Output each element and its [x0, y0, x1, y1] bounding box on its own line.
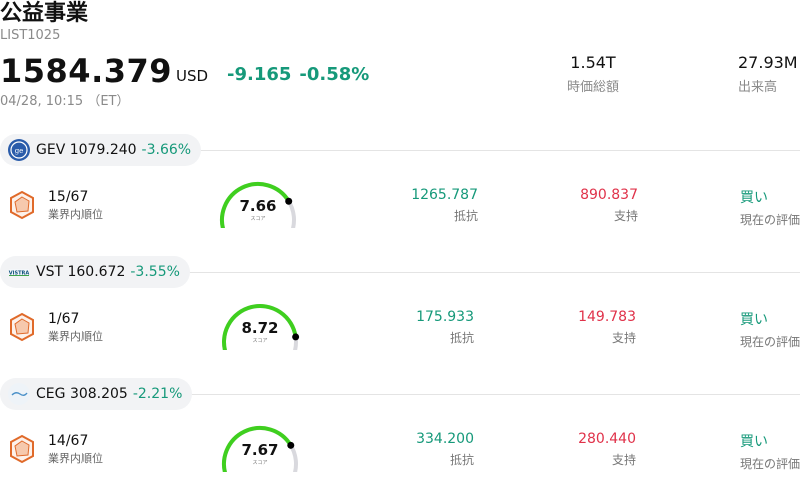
- stock-pill-vst[interactable]: VISTRA VST 160.672 -3.55%: [0, 256, 190, 288]
- change-value: -9.165: [227, 64, 292, 85]
- industry-rank: 1/67 業界内順位: [48, 311, 103, 344]
- volume-label: 出来高: [738, 80, 778, 95]
- quote-time: 04/28, 10:15 （ET）: [0, 94, 130, 109]
- market-cap-label: 時価総額: [566, 80, 619, 95]
- support-label: 支持: [611, 331, 636, 345]
- svg-text:ge: ge: [15, 147, 24, 155]
- vistra-logo-icon: VISTRA: [8, 261, 30, 283]
- stock-price: 1079.240: [69, 142, 137, 158]
- resistance-label: 抵抗: [449, 331, 474, 345]
- resistance-label: 抵抗: [453, 209, 478, 223]
- industry-rank: 15/67 業界内順位: [48, 189, 103, 222]
- stock-change: -3.66%: [141, 142, 192, 158]
- rating-label: 現在の評価: [740, 335, 800, 349]
- stock-price: 308.205: [69, 386, 128, 402]
- score-label: スコア: [252, 338, 268, 344]
- score-value: 8.72: [241, 319, 279, 337]
- index-code: LIST1025: [0, 28, 61, 43]
- rating-value: 買い: [740, 434, 768, 450]
- stock-ticker: VST: [36, 264, 64, 280]
- stock-ticker: CEG: [36, 386, 66, 402]
- score-label: スコア: [250, 216, 266, 222]
- stock-pill-ceg[interactable]: CEG 308.205 -2.21%: [0, 378, 193, 410]
- volume-stat: 27.93M 出来高: [738, 53, 800, 95]
- price-currency: USD: [176, 67, 209, 85]
- stock-price: 160.672: [67, 264, 126, 280]
- price-change: -9.165 -0.58%: [227, 64, 377, 85]
- support-level: 280.440 支持: [516, 431, 636, 468]
- support-label: 支持: [611, 453, 636, 467]
- support-value: 890.837: [580, 187, 638, 203]
- support-value: 280.440: [578, 431, 636, 447]
- constellation-logo-icon: [8, 383, 30, 405]
- market-cap-stat: 1.54T 時価総額: [562, 53, 624, 95]
- resistance-value: 1265.787: [411, 187, 478, 203]
- rank-value: 14/67: [48, 433, 89, 449]
- score-value: 7.66: [239, 197, 277, 215]
- rating-label: 現在の評価: [740, 457, 800, 471]
- rating-value: 買い: [740, 190, 768, 206]
- score-label: スコア: [252, 460, 268, 466]
- support-level: 149.783 支持: [516, 309, 636, 346]
- resistance-value: 175.933: [416, 309, 474, 325]
- rank-label: 業界内順位: [48, 208, 103, 221]
- resistance-label: 抵抗: [449, 453, 474, 467]
- industry-rank: 14/67 業界内順位: [48, 433, 103, 466]
- change-percent: -0.58%: [299, 64, 370, 85]
- resistance-level: 334.200 抵抗: [354, 431, 474, 468]
- score-value: 7.67: [241, 441, 279, 459]
- industry-rank-icon: [8, 312, 36, 342]
- rank-label: 業界内順位: [48, 330, 103, 343]
- rank-value: 1/67: [48, 311, 80, 327]
- market-cap-value: 1.54T: [570, 53, 616, 72]
- rating-label: 現在の評価: [740, 213, 800, 227]
- resistance-level: 175.933 抵抗: [354, 309, 474, 346]
- stock-ticker: GEV: [36, 142, 66, 158]
- industry-rank-icon: [8, 434, 36, 464]
- stock-change: -2.21%: [132, 386, 183, 402]
- rating-value: 買い: [740, 312, 768, 328]
- current-rating: 買い 現在の評価: [740, 309, 800, 350]
- page-title: 公益事業: [0, 1, 89, 26]
- stock-pill-gev[interactable]: ge GEV 1079.240 -3.66%: [0, 134, 202, 166]
- rank-value: 15/67: [48, 189, 89, 205]
- resistance-value: 334.200: [416, 431, 474, 447]
- score-gauge: 7.66 スコア: [218, 180, 308, 235]
- score-gauge: 8.72 スコア: [220, 302, 310, 357]
- support-label: 支持: [613, 209, 638, 223]
- volume-value: 27.93M: [738, 53, 798, 72]
- ge-logo-icon: ge: [8, 139, 30, 161]
- current-rating: 買い 現在の評価: [740, 187, 800, 228]
- score-gauge: 7.67 スコア: [220, 424, 310, 479]
- resistance-level: 1265.787 抵抗: [358, 187, 478, 224]
- support-level: 890.837 支持: [518, 187, 638, 224]
- stock-change: -3.55%: [130, 264, 180, 280]
- industry-rank-icon: [8, 190, 36, 220]
- rank-label: 業界内順位: [48, 452, 103, 465]
- current-rating: 買い 現在の評価: [740, 431, 800, 472]
- support-value: 149.783: [578, 309, 636, 325]
- index-price: 1584.379: [0, 52, 173, 90]
